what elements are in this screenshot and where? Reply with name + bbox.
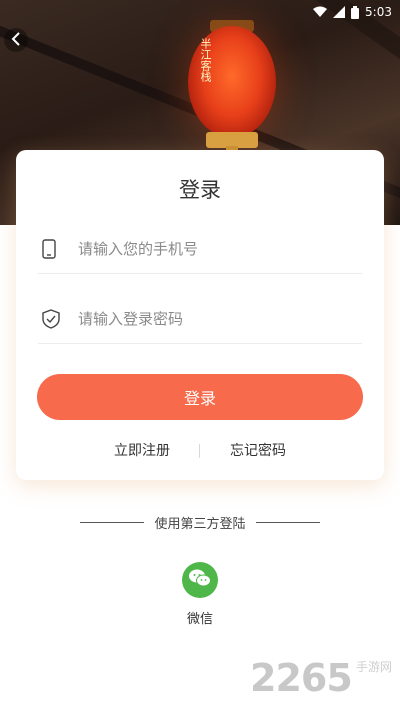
watermark-site: 手游网: [356, 660, 393, 674]
login-button[interactable]: 登录: [37, 374, 363, 420]
wechat-icon: [188, 568, 212, 592]
account-links: 立即注册 忘记密码: [16, 440, 384, 462]
password-field: [38, 294, 362, 344]
watermark-digits: 2265: [250, 656, 353, 700]
shield-icon: [38, 308, 78, 329]
third-party-header: 使用第三方登陆: [0, 512, 400, 532]
battery-icon: [351, 5, 360, 19]
login-card: 登录 登录 立即注册 忘记密码: [16, 150, 384, 480]
phone-icon: [38, 238, 78, 259]
lantern-text: 半江客栈: [199, 38, 212, 82]
site-watermark: 2265 手游网: [250, 656, 400, 706]
status-bar: 5:03: [0, 0, 400, 24]
password-input[interactable]: [78, 309, 348, 328]
divider-line-right: [255, 521, 320, 523]
back-icon: [11, 31, 21, 50]
wechat-label: 微信: [186, 612, 213, 627]
third-party-label: 使用第三方登陆: [154, 516, 246, 532]
links-divider: [199, 444, 200, 458]
forgot-password-link[interactable]: 忘记密码: [230, 440, 286, 460]
back-button[interactable]: [4, 28, 28, 52]
wechat-login-button[interactable]: [182, 562, 218, 598]
phone-input[interactable]: [78, 239, 348, 258]
register-link[interactable]: 立即注册: [114, 440, 170, 460]
phone-field: [38, 224, 362, 274]
wifi-icon: [313, 6, 328, 18]
divider-line-left: [80, 521, 145, 523]
signal-icon: [333, 6, 346, 18]
login-title: 登录: [179, 178, 221, 202]
status-time: 5:03: [365, 5, 392, 19]
